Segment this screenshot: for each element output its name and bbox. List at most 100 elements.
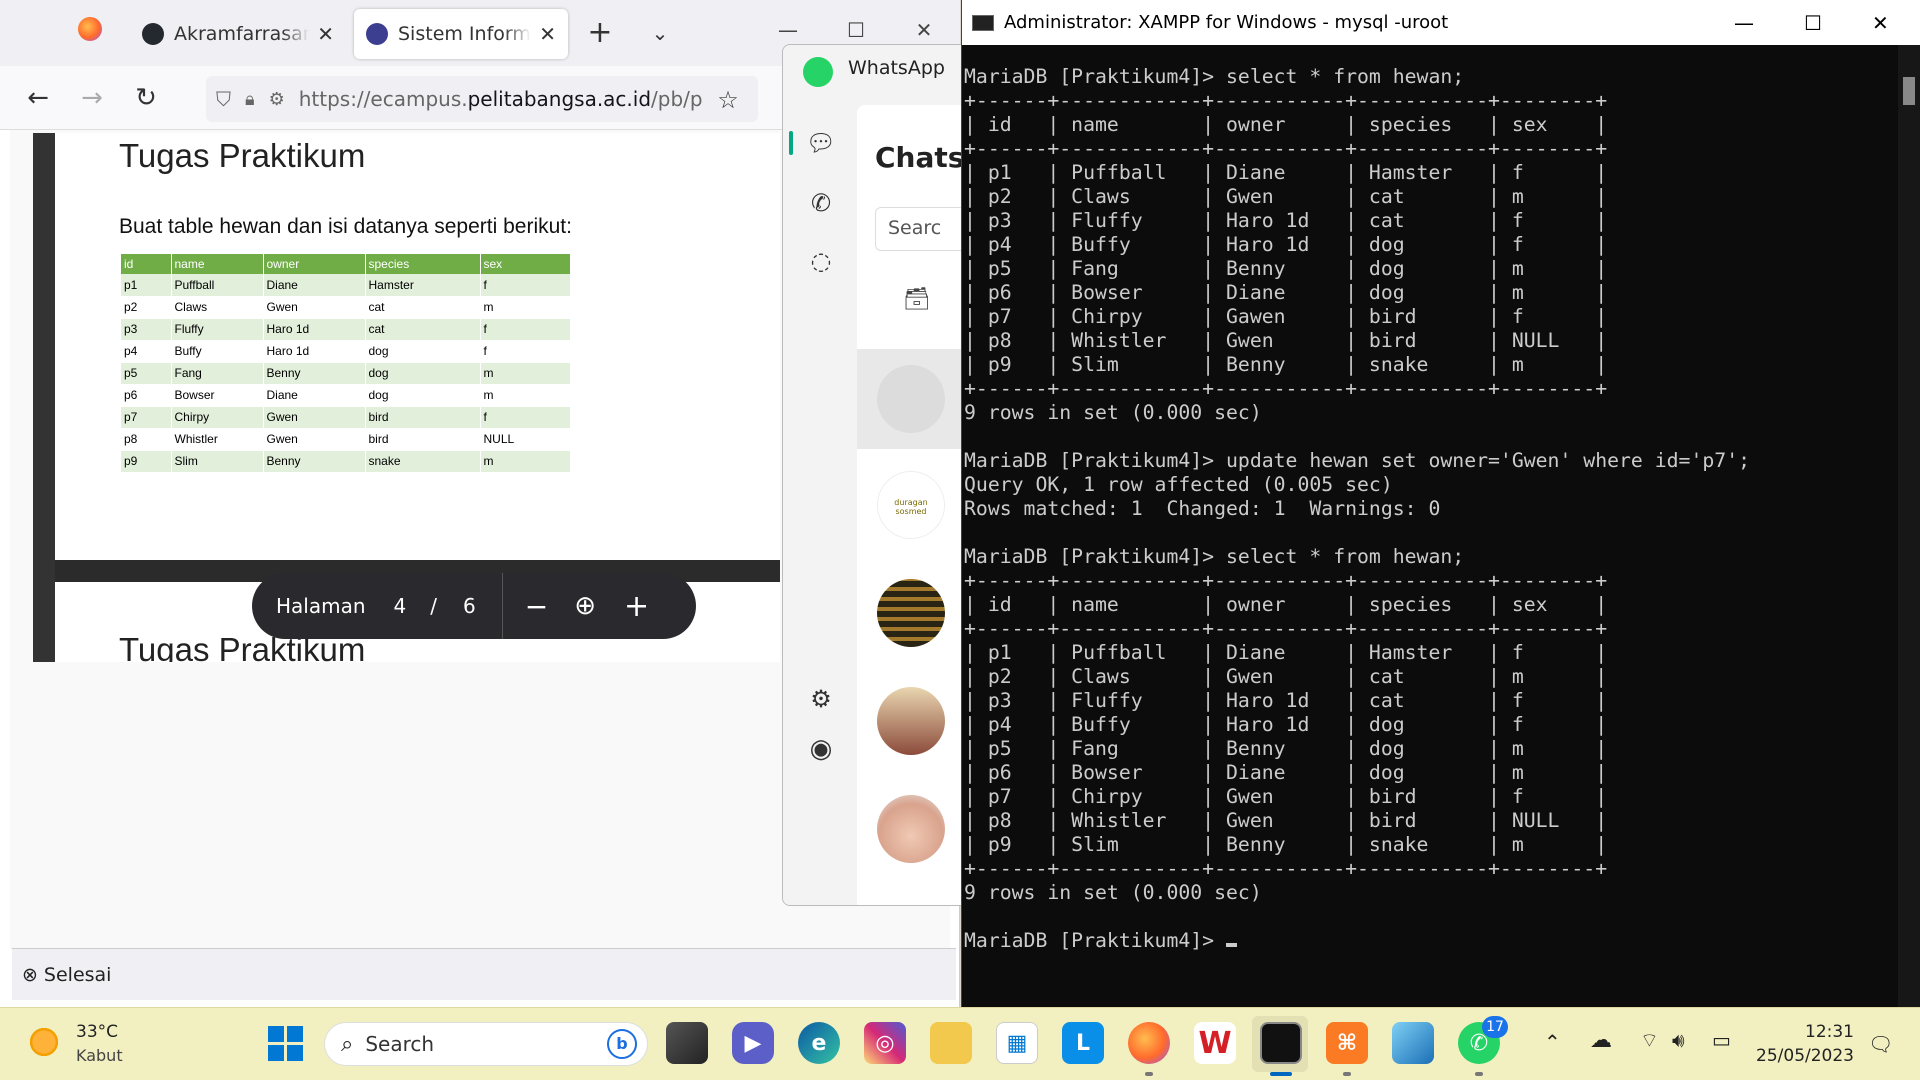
archive-icon[interactable]: 🗃︎ xyxy=(903,287,931,312)
table-header-cell: id xyxy=(121,254,172,274)
table-header-cell: owner xyxy=(263,254,366,274)
clock-date[interactable]: 25/05/2023 xyxy=(1754,1046,1854,1066)
page-description: Buat table hewan dan isi datanya seperti… xyxy=(119,215,572,238)
wifi-icon[interactable]: ⌔ xyxy=(1640,1028,1659,1053)
reload-icon[interactable]: ↻ xyxy=(128,80,164,116)
zoom-plus-icon[interactable]: + xyxy=(624,589,649,624)
table-cell: Benny xyxy=(263,362,366,385)
profile-icon[interactable]: ◉ xyxy=(803,731,839,767)
table-cell: NULL xyxy=(480,428,571,451)
weather-desc[interactable]: Kabut xyxy=(76,1046,123,1065)
back-arrow-icon[interactable]: ← xyxy=(20,80,56,116)
table-row: p3 Fluffy Haro 1d cat f xyxy=(121,318,571,341)
maximize-icon[interactable]: ☐ xyxy=(1804,11,1822,35)
calls-icon[interactable]: ✆ xyxy=(803,185,839,221)
status-close-icon[interactable]: ⊗ xyxy=(22,964,38,986)
url-bar[interactable]: ⛉ 🔒︎ ⚙ https://ecampus. pelitabangsa.ac.i… xyxy=(206,76,758,122)
table-cell: Gwen xyxy=(263,296,366,319)
meet-chat-icon[interactable]: ▶ xyxy=(732,1022,774,1064)
table-row: p6 Bowser Diane dog m xyxy=(121,384,571,407)
table-cell: bird xyxy=(365,428,481,451)
table-header-cell: name xyxy=(171,254,264,274)
instagram-icon[interactable]: ◎ xyxy=(864,1022,906,1064)
terminal-output: MariaDB [Praktikum4]> select * from hewa… xyxy=(964,65,1751,952)
firefox-taskbar-icon[interactable] xyxy=(1128,1022,1170,1064)
photos-icon[interactable] xyxy=(1392,1022,1434,1064)
tab-sistem-informasi[interactable]: Sistem Informasi ✕ xyxy=(354,9,568,59)
tab-github[interactable]: Akramfarrasanto ✕ xyxy=(130,9,346,59)
table-cell: Buffy xyxy=(171,340,264,363)
running-indicator xyxy=(1145,1072,1153,1076)
whatsapp-window: WhatsApp 💬︎ ✆ ◌ ⚙ ◉ Chats Searc 🗃︎ durag… xyxy=(782,44,962,906)
total-pages: 6 xyxy=(463,594,476,618)
table-cell: Gwen xyxy=(263,428,366,451)
table-cell: bird xyxy=(365,406,481,429)
table-cell: Fang xyxy=(171,362,264,385)
notification-icon[interactable]: 🗨︎ xyxy=(1868,1032,1893,1056)
scroll-thumb[interactable] xyxy=(1903,77,1915,105)
table-cell: f xyxy=(480,274,571,297)
wps-office-icon[interactable]: W xyxy=(1194,1022,1236,1064)
forward-arrow-icon[interactable]: → xyxy=(74,80,110,116)
shield-icon[interactable]: ⛉ xyxy=(216,87,231,111)
current-page[interactable]: 4 xyxy=(394,594,407,618)
table-cell: p3 xyxy=(121,318,172,341)
close-tab-icon[interactable]: ✕ xyxy=(539,22,556,46)
task-view-icon[interactable] xyxy=(666,1022,708,1064)
url-host: pelitabangsa.ac.id xyxy=(467,87,652,111)
cmd-taskbar-icon[interactable] xyxy=(1260,1022,1302,1064)
search-input[interactable]: Searc xyxy=(875,207,961,251)
tab-label: Akramfarrasanto xyxy=(174,23,310,45)
table-cell: Chirpy xyxy=(171,406,264,429)
terminal-window[interactable]: Administrator: XAMPP for Windows - mysql… xyxy=(961,0,1920,1007)
minimize-icon[interactable]: — xyxy=(1734,11,1754,35)
new-tab-button[interactable]: + xyxy=(582,15,618,51)
maximize-icon[interactable]: ☐ xyxy=(836,18,876,42)
table-cell: p1 xyxy=(121,274,172,297)
onedrive-cloud-icon[interactable]: ☁ xyxy=(1590,1028,1612,1053)
permissions-icon[interactable]: ⚙ xyxy=(269,89,285,110)
table-cell: p8 xyxy=(121,428,172,451)
start-windows-icon[interactable] xyxy=(264,1022,306,1064)
avatar-person xyxy=(877,795,945,863)
table-cell: f xyxy=(480,340,571,363)
table-cell: cat xyxy=(365,318,481,341)
file-explorer-icon[interactable] xyxy=(930,1022,972,1064)
minimize-icon[interactable]: — xyxy=(768,18,808,42)
weather-fog-icon[interactable] xyxy=(26,1024,62,1060)
xampp-icon[interactable]: ⌘ xyxy=(1326,1022,1368,1064)
table-cell: Gwen xyxy=(263,406,366,429)
battery-icon[interactable]: ▭ xyxy=(1712,1028,1731,1052)
chats-icon[interactable]: 💬︎ xyxy=(803,125,839,161)
whatsapp-title: WhatsApp xyxy=(848,57,945,79)
taskbar-search-box[interactable]: ⌕ Search b xyxy=(324,1022,648,1066)
settings-gear-icon[interactable]: ⚙ xyxy=(803,681,839,717)
table-cell: Slim xyxy=(171,450,264,473)
zoom-in-magnifier-icon[interactable]: ⊕ xyxy=(574,591,596,621)
bing-icon[interactable]: b xyxy=(607,1029,637,1059)
volume-icon[interactable]: 🔊︎ xyxy=(1672,1028,1685,1052)
weather-temp[interactable]: 33°C xyxy=(76,1022,118,1042)
bookmark-star-icon[interactable]: ☆ xyxy=(710,82,746,118)
pager-label: Halaman xyxy=(276,594,366,618)
edge-icon[interactable]: e xyxy=(798,1022,840,1064)
close-tab-icon[interactable]: ✕ xyxy=(317,22,334,46)
running-indicator xyxy=(1475,1072,1483,1076)
zoom-out-icon[interactable]: − xyxy=(525,590,548,623)
tab-list-chevron-icon[interactable]: ⌄ xyxy=(642,15,678,51)
l-app-icon[interactable]: L xyxy=(1062,1022,1104,1064)
table-cell: m xyxy=(480,296,571,319)
close-window-icon[interactable]: ✕ xyxy=(904,18,944,42)
ms-store-icon[interactable]: ▦ xyxy=(996,1022,1038,1064)
status-icon[interactable]: ◌ xyxy=(803,243,839,279)
table-header-cell: sex xyxy=(480,254,571,274)
terminal-scrollbar[interactable] xyxy=(1898,45,1920,1007)
close-window-icon[interactable]: ✕ xyxy=(1872,11,1889,35)
firefox-menu-icon[interactable] xyxy=(72,15,108,51)
lock-icon[interactable]: 🔒︎ xyxy=(245,89,255,110)
running-indicator xyxy=(1343,1072,1351,1076)
table-cell: m xyxy=(480,450,571,473)
campus-logo-icon xyxy=(366,23,388,45)
chevron-up-icon[interactable]: ⌃ xyxy=(1544,1030,1561,1054)
clock-time[interactable]: 12:31 xyxy=(1764,1022,1854,1042)
